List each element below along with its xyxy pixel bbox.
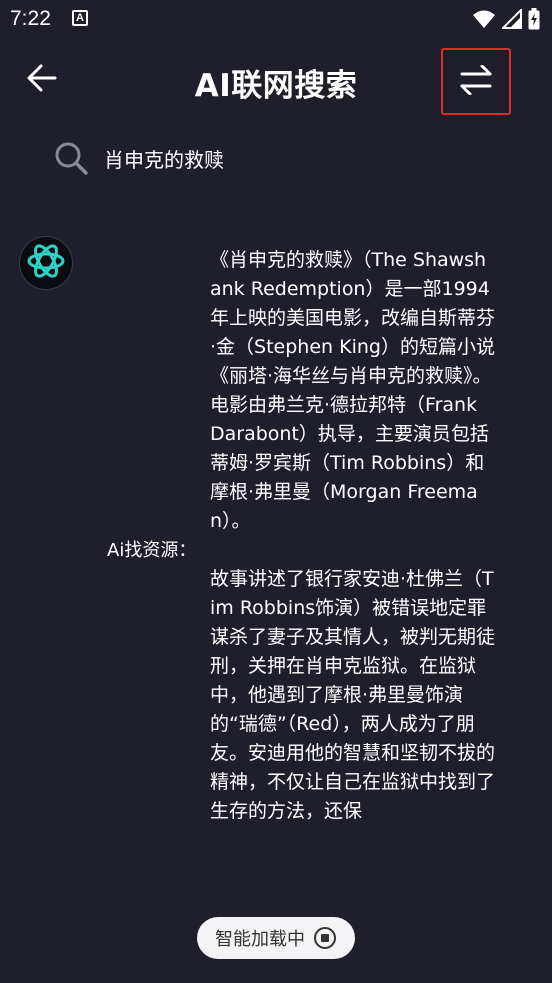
battery-charging-icon (528, 8, 540, 34)
status-time: 7:22 (10, 7, 51, 30)
avatar (20, 237, 72, 289)
loading-label: 智能加载中 (215, 929, 305, 950)
search-query: 肖申克的救赎 (104, 147, 224, 172)
app-header: AI联网搜索 (0, 48, 552, 115)
source-label: Ai找资源： (107, 540, 197, 561)
wifi-icon (472, 9, 496, 33)
status-bar: 7:22 A (0, 0, 552, 40)
ai-logo-icon (25, 240, 67, 286)
loading-stop-button[interactable]: 智能加载中 (197, 917, 355, 959)
search-row[interactable]: 肖申克的救赎 (52, 138, 224, 178)
answer-paragraph: 故事讲述了银行家安迪·杜佛兰（Tim Robbins饰演）被错误地定罪谋杀了妻子… (210, 568, 496, 822)
swap-arrows-icon (459, 64, 493, 99)
stop-circle-icon (313, 926, 337, 950)
notification-app-icon: A (72, 10, 88, 26)
answer-content: 《肖申克的救赎》（The Shawshank Redemption）是一部199… (210, 246, 496, 826)
answer-paragraph: 《肖申克的救赎》（The Shawshank Redemption）是一部199… (210, 249, 496, 532)
signal-icon (500, 7, 522, 33)
search-icon (52, 139, 90, 177)
status-icons (472, 7, 540, 34)
swap-button[interactable] (441, 48, 511, 115)
